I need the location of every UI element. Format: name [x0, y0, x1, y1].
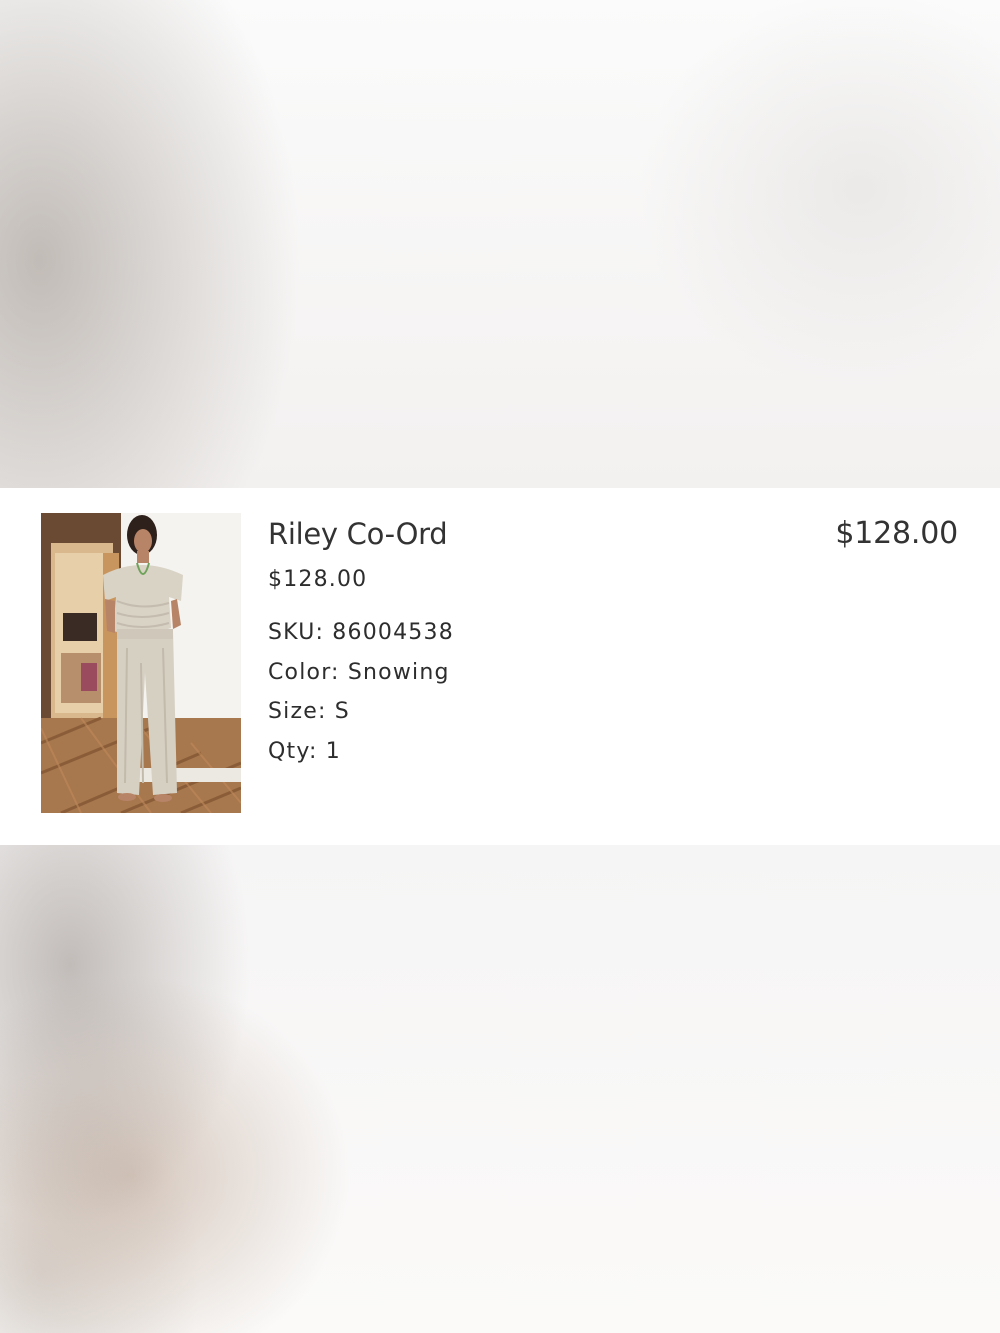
item-details: Riley Co-Ord $128.00 SKU: 86004538 Color… [268, 515, 454, 771]
unit-price: $128.00 [268, 567, 368, 592]
product-name[interactable]: Riley Co-Ord [268, 515, 454, 553]
quantity-text: Qty: 1 [268, 738, 341, 764]
sku-text: SKU: 86004538 [268, 620, 454, 645]
size-text: Size: S [268, 699, 350, 724]
cart-line-item: Riley Co-Ord $128.00 SKU: 86004538 Color… [0, 488, 1000, 845]
color-text: Color: Snowing [268, 659, 450, 685]
blurred-backdrop-bottom [0, 845, 1000, 1333]
blurred-backdrop-top [0, 0, 1000, 488]
product-photo-illustration [41, 513, 241, 813]
product-thumbnail[interactable] [41, 513, 241, 813]
line-total-price: $128.00 [835, 516, 958, 551]
item-meta: $128.00 SKU: 86004538 Color: Snowing Siz… [268, 565, 454, 771]
